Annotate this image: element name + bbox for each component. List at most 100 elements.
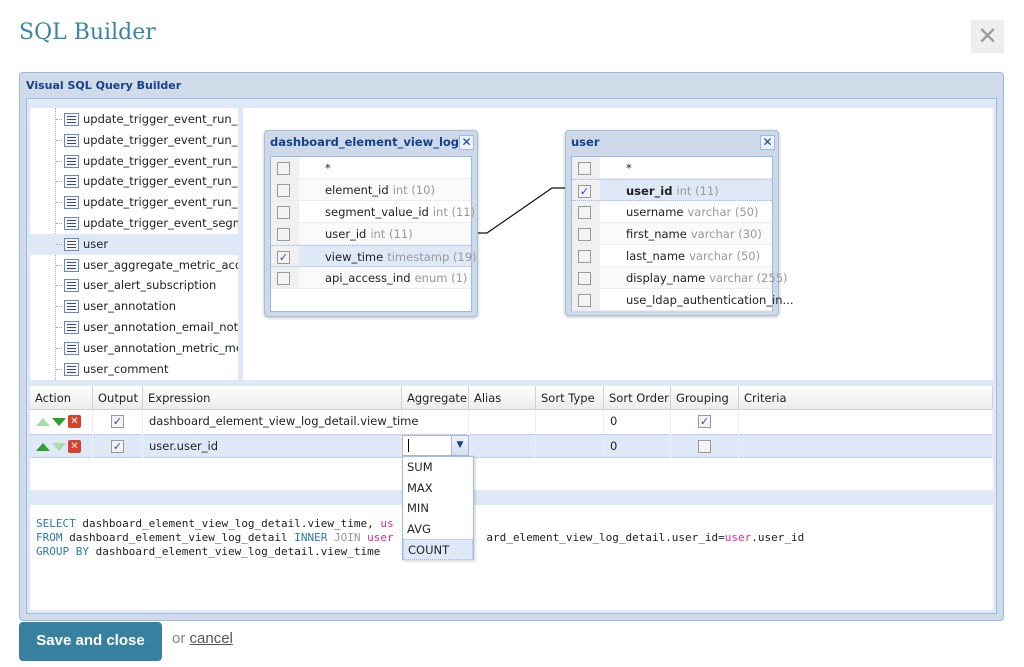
field-checkbox[interactable] [578,162,591,175]
dropdown-option[interactable]: MIN [403,498,473,519]
field-name: first_name varchar (30) [626,223,762,245]
field-name-text: user_id [325,227,367,241]
close-icon[interactable]: ✕ [760,135,775,150]
tree-connector [56,202,62,204]
field-checkbox[interactable] [578,206,591,219]
query-grid: Action Output Expression Aggregate Alias Sort… [30,386,993,490]
tree-item[interactable]: user_annotation_metric_measu [30,338,238,359]
splitter[interactable] [30,490,993,505]
dropdown-option[interactable]: AVG [403,519,473,540]
field-checkbox[interactable] [578,294,591,307]
field-checkbox[interactable] [277,184,290,197]
sql-text: dashboard_element_view_log_detail.view_t… [88,545,381,558]
tree-item[interactable]: user_comment [30,359,238,380]
grid-cell [402,409,469,433]
column-header-expression[interactable]: Expression [143,386,402,410]
table-icon [64,196,79,210]
tree-item[interactable]: user [30,233,238,255]
delete-icon[interactable]: ✕ [68,415,81,428]
field-checkbox[interactable]: ✓ [277,251,290,264]
field-row[interactable]: use_ldap_authentication_in... [572,289,794,311]
chevron-down-icon[interactable]: ▼ [451,436,468,455]
field-type: timestamp (19) [387,250,477,264]
field-checkbox[interactable] [277,272,290,285]
tree-item-label: update_trigger_event_run_list [83,112,238,126]
tree-item[interactable]: update_trigger_event_run_log_ [30,171,238,192]
tree-item[interactable]: update_trigger_event_segmen [30,213,238,234]
field-row[interactable]: * [271,157,471,179]
tree-item[interactable]: update_trigger_event_run_list [30,109,238,130]
tree-item[interactable]: update_trigger_event_run_thre [30,192,238,213]
aggregate-combobox[interactable]: ▼ [402,435,469,456]
column-header-action[interactable]: Action [30,386,93,410]
grid-row[interactable]: ✕ ✓ user.user_id 0 [30,434,993,458]
column-header-output[interactable]: Output [93,386,143,410]
field-checkbox[interactable] [277,206,290,219]
column-header-sort-order[interactable]: Sort Order [604,386,671,410]
grouping-checkbox[interactable]: ✓ [698,415,711,428]
field-checkbox[interactable]: ✓ [578,185,591,198]
field-checkbox[interactable] [578,228,591,241]
field-name-text: user_id [626,184,673,198]
tree-connector [56,306,62,308]
column-header-aggregate[interactable]: Aggregate [402,386,469,410]
tree-item[interactable]: user_aggregate_metric_access [30,255,238,276]
column-header-grouping[interactable]: Grouping [671,386,739,410]
grid-cell: dashboard_element_view_log_detail.view_t… [143,409,418,433]
arrow-down-icon[interactable] [52,442,66,451]
column-header-criteria[interactable]: Criteria [739,386,993,410]
or-text: or [172,630,190,647]
close-icon[interactable]: ✕ [459,135,474,150]
diagram-canvas[interactable]: dashboard_element_view_log... ✕ * element_i… [243,108,993,380]
close-button[interactable]: ✕ [971,20,1004,53]
tree-item[interactable]: update_trigger_event_run_log [30,151,238,172]
field-checkbox[interactable] [578,272,591,285]
sql-preview[interactable]: SELECT dashboard_element_view_log_detail… [30,505,993,610]
field-row[interactable]: username varchar (50) [572,201,772,223]
grouping-checkbox[interactable] [698,440,711,453]
tree-connector [56,264,62,266]
field-checkbox[interactable] [277,228,290,241]
field-type: varchar (50) [687,205,759,219]
field-name-text: first_name [626,227,687,241]
field-checkbox[interactable] [277,162,290,175]
field-row[interactable]: user_id int (11) [271,223,471,245]
output-checkbox[interactable]: ✓ [111,415,124,428]
expression-text: user.user_id [149,439,219,453]
arrow-down-icon[interactable] [52,417,66,426]
field-row[interactable]: element_id int (10) [271,179,471,201]
dropdown-option[interactable]: SUM [403,457,473,478]
tree-item-label: update_trigger_event_run_thre [83,195,238,210]
save-and-close-button[interactable]: Save and close [19,622,162,661]
tree-item[interactable]: user_annotation_email_notifica [30,317,238,338]
tree-item[interactable]: update_trigger_event_run_list_ [30,130,238,151]
field-row[interactable]: * [572,157,772,179]
grid-row[interactable]: ✕ ✓ dashboard_element_view_log_detail.view… [30,409,993,434]
field-name-text: * [626,161,632,175]
field-row[interactable]: segment_value_id int (11) [271,201,475,223]
delete-icon[interactable]: ✕ [68,440,81,453]
column-header-alias[interactable]: Alias [469,386,536,410]
column-header-sort-type[interactable]: Sort Type [536,386,604,410]
sql-keyword: JOIN [327,531,368,544]
table-tree[interactable]: update_trigger_event_run_list update_trig… [30,108,238,380]
field-row[interactable]: first_name varchar (30) [572,223,772,245]
field-row[interactable]: last_name varchar (50) [572,245,772,267]
cancel-link[interactable]: cancel [190,630,233,647]
arrow-up-icon[interactable] [36,417,50,426]
field-name-text: use_ldap_authentication_in... [626,293,794,307]
tree-item[interactable]: user_alert_subscription [30,275,238,296]
output-checkbox[interactable]: ✓ [111,440,124,453]
table-box[interactable]: user ✕ * ✓ user_id int (11) username varchar (5… [565,130,794,316]
field-row[interactable]: ✓ view_time timestamp (19) [271,245,477,267]
field-checkbox[interactable] [578,250,591,263]
arrow-up-icon[interactable] [36,442,50,451]
field-row[interactable]: ✓ user_id int (11) [572,179,772,201]
field-row[interactable]: api_access_ind enum (1) [271,267,471,289]
tree-item[interactable]: user_annotation [30,296,238,317]
dropdown-option[interactable]: COUNT [403,539,473,560]
field-name: view_time timestamp (19) [325,246,477,268]
field-row[interactable]: display_name varchar (255) [572,267,788,289]
table-box[interactable]: dashboard_element_view_log... ✕ * element_i… [264,130,478,317]
dropdown-option[interactable]: MAX [403,478,473,499]
